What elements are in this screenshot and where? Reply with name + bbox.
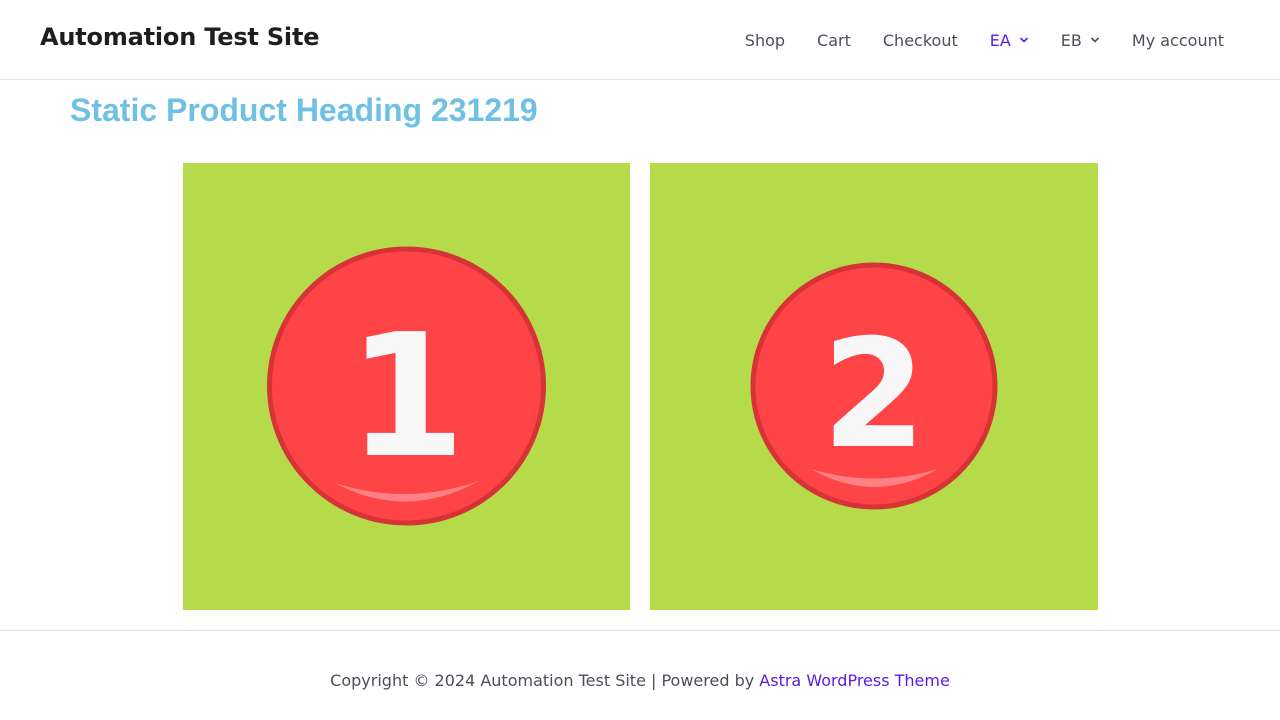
nav-item-label: My account [1131,30,1224,50]
nav-item-ea[interactable]: EA [974,31,1045,50]
badge-digit: 1 [347,298,465,496]
product-image-1[interactable]: 1 [183,163,630,610]
site-title-link[interactable]: Automation Test Site [40,23,319,51]
nav-item-checkout[interactable]: Checkout [867,31,974,50]
nav-item-label: Cart [817,30,851,50]
astra-theme-link[interactable]: Astra WordPress Theme [759,671,950,690]
nav-item-label: EB [1060,30,1082,50]
nav-item-eb[interactable]: EB [1045,31,1116,50]
page-heading: Static Product Heading 231219 [70,92,538,128]
nav-item-label: Shop [744,30,786,50]
nav-item-label: EA [989,30,1011,50]
number-two-badge-icon: 2 [750,262,998,510]
footer-divider [0,630,1280,631]
nav-item-my-account[interactable]: My account [1116,31,1240,50]
chevron-down-icon[interactable] [1090,35,1100,45]
footer-copyright: Copyright © 2024 Automation Test Site | … [0,671,1280,690]
main-navigation: Shop Cart Checkout EA EB My account [729,0,1240,80]
number-one-badge-icon: 1 [267,246,546,526]
product-image-2[interactable]: 2 [650,163,1098,610]
nav-item-label: Checkout [882,30,958,50]
site-header: Automation Test Site Shop Cart Checkout … [0,0,1280,80]
nav-item-shop[interactable]: Shop [729,31,801,50]
copyright-text: Copyright © 2024 Automation Test Site | … [330,671,760,690]
badge-digit: 2 [822,308,926,482]
nav-item-cart[interactable]: Cart [801,31,867,50]
chevron-down-icon[interactable] [1019,35,1029,45]
